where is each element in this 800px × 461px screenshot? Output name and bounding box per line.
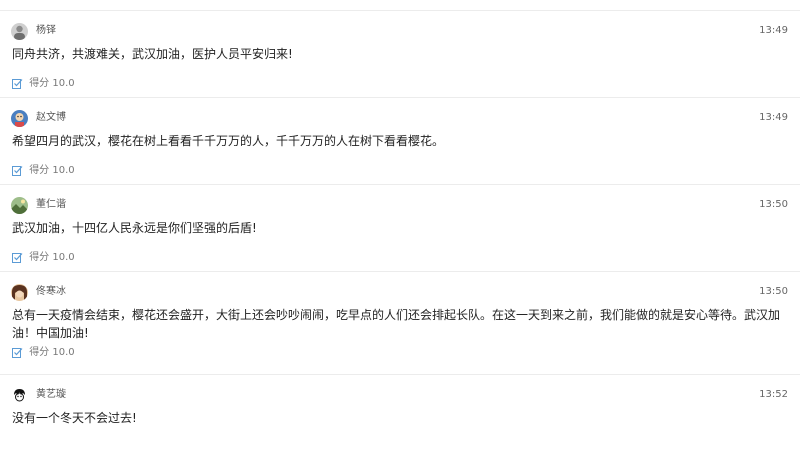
avatar[interactable]	[11, 387, 28, 404]
avatar[interactable]	[11, 284, 28, 301]
comment-list: 杨铎 13:49 同舟共济，共渡难关，武汉加油，医护人员平安归来! 得分 10.…	[0, 10, 800, 461]
score: 得分 10.0	[12, 251, 75, 265]
score: 得分 10.0	[12, 77, 75, 91]
score-value: 10.0	[52, 347, 75, 358]
comment-item: 佟寒冰 13:50 总有一天疫情会结束，樱花还会盛开，大街上还会吵吵闹闹，吃早点…	[0, 271, 800, 374]
comment-text: 总有一天疫情会结束，樱花还会盛开，大街上还会吵吵闹闹，吃早点的人们还会排起长队。…	[12, 308, 781, 340]
comment-item: 黄艺璇 13:52 没有一个冬天不会过去!	[0, 374, 800, 461]
commenter-name[interactable]: 杨铎	[36, 24, 56, 38]
avatar[interactable]	[11, 197, 28, 214]
score-check-icon	[12, 347, 23, 358]
score-label: 得分	[29, 165, 50, 176]
score-label: 得分	[29, 252, 50, 263]
avatar[interactable]	[11, 110, 28, 127]
score: 得分 10.0	[12, 164, 75, 178]
comment-time: 13:52	[759, 389, 788, 400]
score-check-icon	[12, 252, 23, 263]
score-label: 得分	[29, 78, 50, 89]
commenter-name[interactable]: 佟寒冰	[36, 285, 66, 299]
score: 得分 10.0	[12, 346, 75, 360]
score-check-icon	[12, 78, 23, 89]
score-value: 10.0	[52, 252, 75, 263]
comment-text: 同舟共济，共渡难关，武汉加油，医护人员平安归来!	[12, 47, 293, 61]
comment-time: 13:49	[759, 25, 788, 36]
avatar[interactable]	[11, 23, 28, 40]
score-check-icon	[12, 165, 23, 176]
comment-time: 13:49	[759, 112, 788, 123]
comment-time: 13:50	[759, 199, 788, 210]
comment-item: 董仁谐 13:50 武汉加油，十四亿人民永远是你们坚强的后盾! 得分 10.0	[0, 184, 800, 271]
comment-item: 杨铎 13:49 同舟共济，共渡难关，武汉加油，医护人员平安归来! 得分 10.…	[0, 10, 800, 97]
comment-item: 赵文博 13:49 希望四月的武汉，樱花在树上看看千千万万的人，千千万万的人在树…	[0, 97, 800, 184]
score-value: 10.0	[52, 78, 75, 89]
comment-text: 希望四月的武汉，樱花在树上看看千千万万的人，千千万万的人在树下看看樱花。	[12, 134, 445, 148]
commenter-name[interactable]: 黄艺璇	[36, 388, 66, 402]
commenter-name[interactable]: 董仁谐	[36, 198, 66, 212]
commenter-name[interactable]: 赵文博	[36, 111, 66, 125]
comment-time: 13:50	[759, 286, 788, 297]
score-label: 得分	[29, 347, 50, 358]
comment-text: 武汉加油，十四亿人民永远是你们坚强的后盾!	[12, 221, 257, 235]
score-value: 10.0	[52, 165, 75, 176]
comment-text: 没有一个冬天不会过去!	[12, 411, 137, 425]
